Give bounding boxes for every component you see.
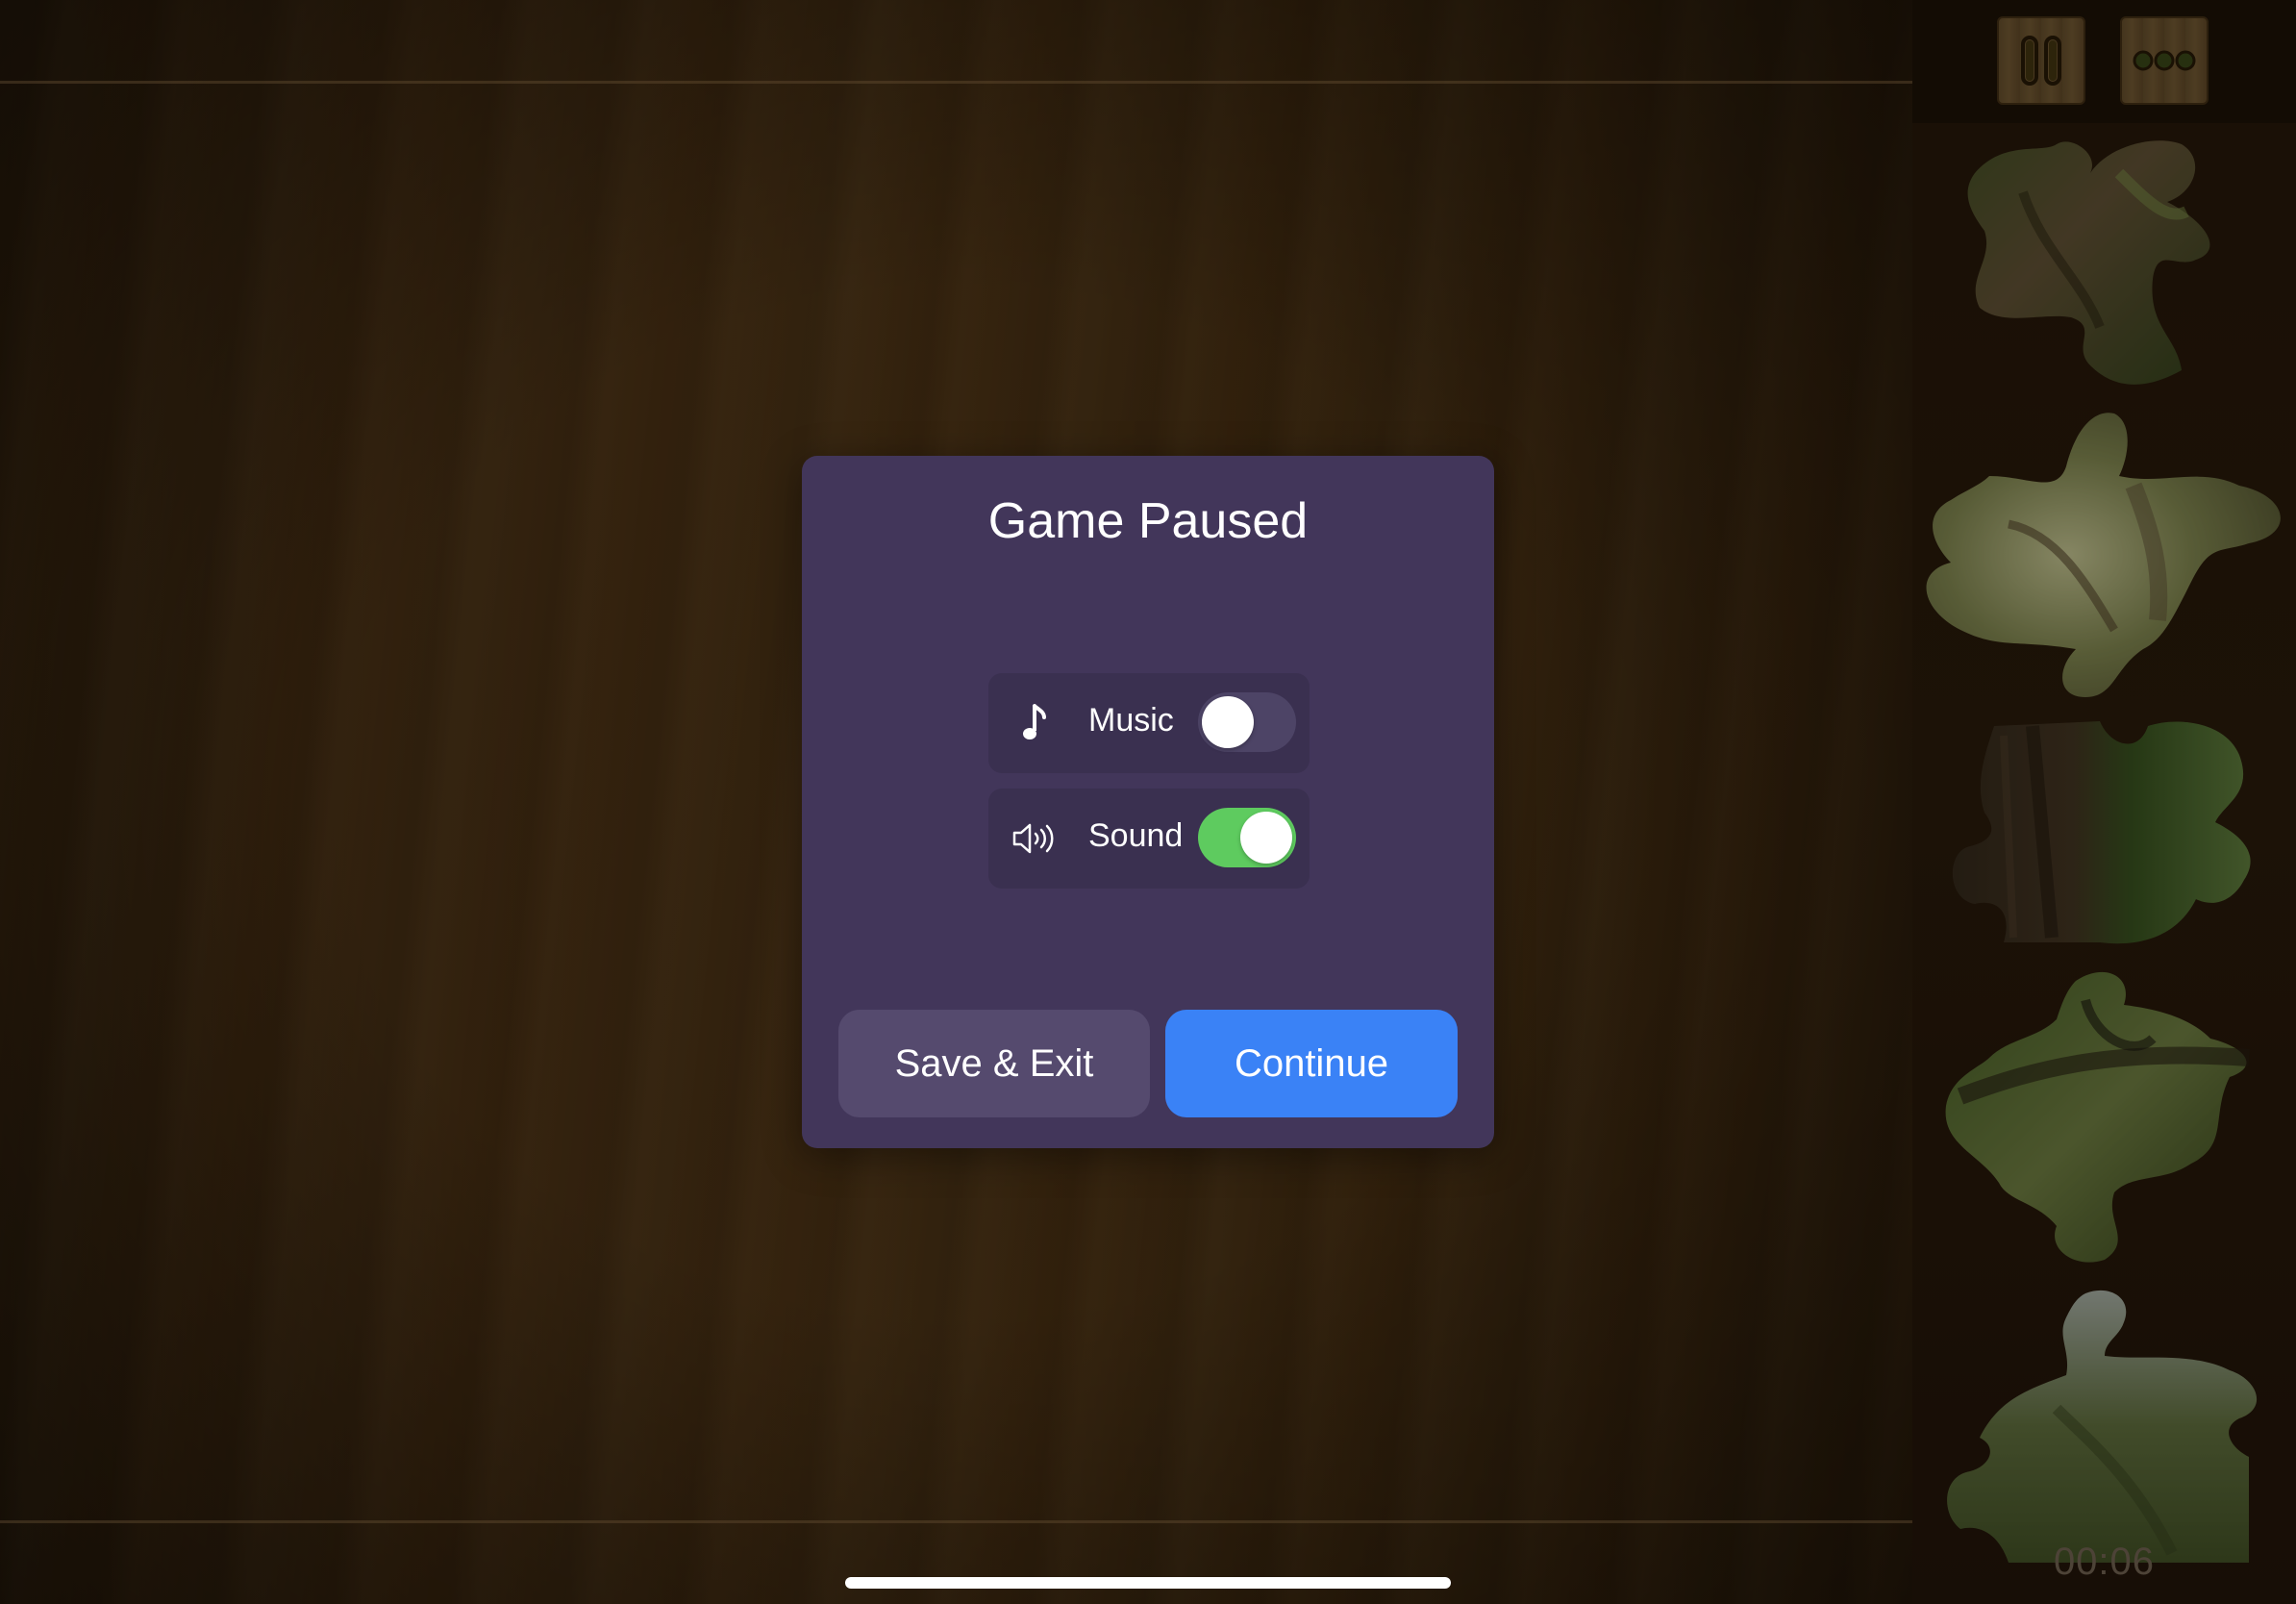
music-label: Music	[1088, 702, 1174, 739]
save-exit-button[interactable]: Save & Exit	[838, 1010, 1150, 1117]
sound-label: Sound	[1088, 817, 1184, 854]
home-indicator[interactable]	[845, 1577, 1451, 1589]
music-toggle[interactable]	[1198, 692, 1296, 752]
music-note-icon	[1011, 700, 1060, 746]
pause-dialog: Game Paused Music Sound Save & Exit Cont…	[802, 456, 1494, 1148]
sound-setting-row: Sound	[988, 789, 1310, 889]
continue-button[interactable]: Continue	[1165, 1010, 1458, 1117]
speaker-icon	[1011, 815, 1060, 862]
sound-toggle[interactable]	[1198, 808, 1296, 867]
toggle-knob	[1202, 696, 1254, 748]
dialog-title: Game Paused	[987, 493, 1309, 549]
toggle-knob	[1240, 812, 1292, 864]
music-setting-row: Music	[988, 673, 1310, 773]
